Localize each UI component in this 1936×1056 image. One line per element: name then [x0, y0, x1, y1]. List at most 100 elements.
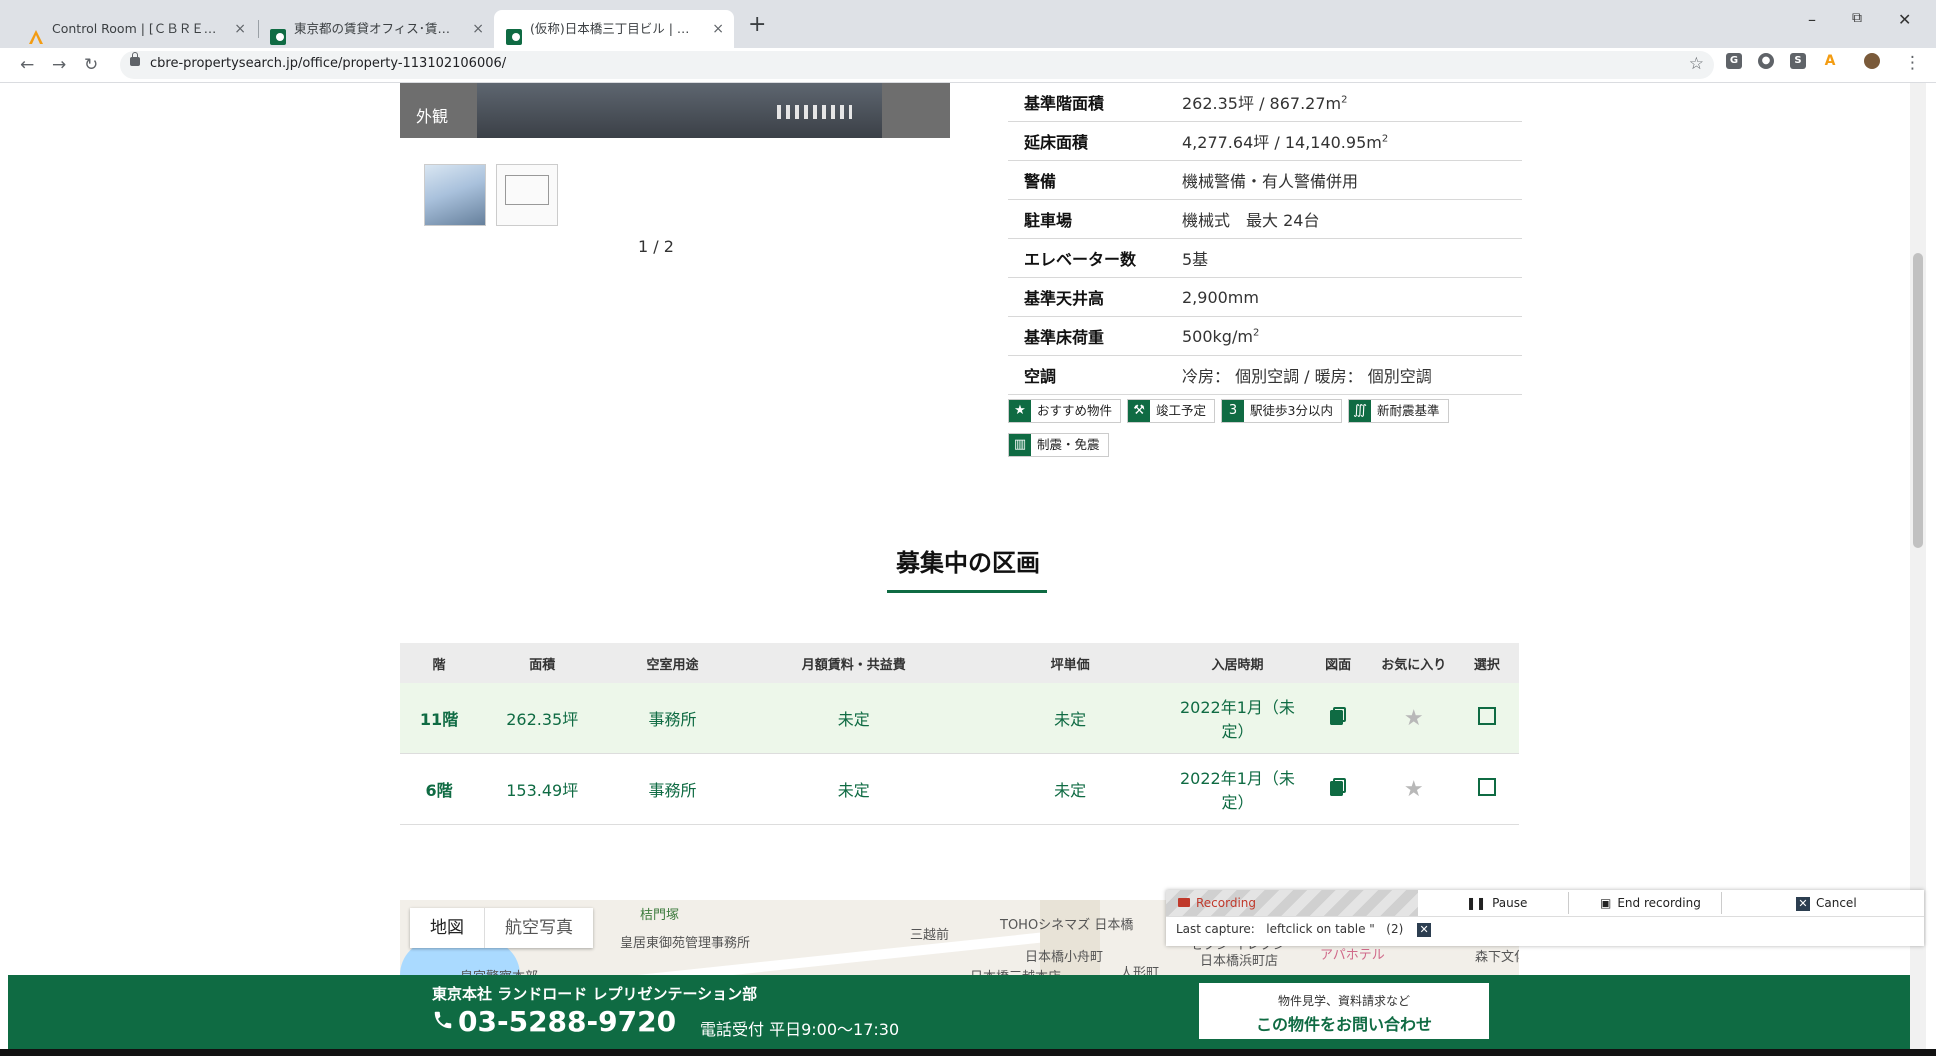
spec-value: 5基 [1182, 250, 1209, 269]
new-tab-button[interactable]: + [748, 12, 766, 37]
reload-button[interactable]: ↻ [84, 55, 98, 75]
scrollbar-thumb[interactable] [1913, 253, 1923, 548]
extension-s-icon[interactable]: S [1790, 53, 1806, 69]
drawing-cell[interactable] [1303, 683, 1373, 754]
floorplan-doc-icon[interactable] [1330, 778, 1347, 796]
browser-tab[interactable]: Control Room | [ＣＢＲＥ_明細同 × [16, 10, 256, 48]
col-move-in: 入居時期 [1171, 643, 1304, 683]
spec-value-cell: 機械式 最大 24台 [1182, 199, 1522, 239]
pause-button[interactable]: ❚❚ Pause [1466, 890, 1527, 916]
spec-value-cell: 5基 [1182, 238, 1522, 278]
spec-row: 基準階面積 262.35坪 / 867.27m2 [1008, 83, 1522, 122]
bookmark-star-icon[interactable]: ☆ [1689, 54, 1704, 74]
table-row[interactable]: 11階 262.35坪 事務所 未定 未定 2022年1月（未定） ★ [400, 683, 1519, 754]
save-icon: ▣ [1600, 896, 1612, 910]
phone-line[interactable]: 03-5288-9720 [432, 1005, 676, 1038]
floor-cell[interactable]: 11階 [400, 683, 479, 754]
col-floor: 階 [400, 643, 479, 683]
spec-label: 基準階面積 [1008, 83, 1182, 122]
move-in-cell: 2022年1月（未定） [1171, 683, 1304, 754]
browser-tab[interactable]: 東京都の賃貸オフィス･賃貸事務所 × [258, 10, 494, 48]
map-label: 皇居東御苑管理事務所 [620, 936, 751, 951]
recorder-controls: Recording ❚❚ Pause ▣ End recording ✕ Cancel [1166, 890, 1924, 917]
exterior-photo[interactable]: 外観 [400, 83, 950, 138]
spec-unit-superscript: 2 [1341, 94, 1348, 106]
office-name: 東京本社 ランドロード レプリゼンテーション部 [432, 985, 758, 1003]
profile-avatar[interactable] [1864, 53, 1880, 69]
feature-tag: ▥ 制震・免震 [1008, 433, 1109, 457]
feature-tag-icon: ▥ [1009, 434, 1031, 456]
photo-caption: 外観 [416, 107, 449, 126]
map-label: 三越前 [910, 928, 950, 943]
units-table[interactable]: 階 面積 空室用途 月額賃料・共益費 坪単価 入居時期 図面 お気に入り 選択 … [400, 643, 1519, 825]
col-select: 選択 [1454, 643, 1519, 683]
spec-label: 駐車場 [1008, 199, 1182, 239]
feature-tag-label: 駅徒歩3分以内 [1250, 403, 1333, 418]
close-tab-icon[interactable]: × [234, 10, 246, 48]
feature-tag-icon: ⚒ [1128, 400, 1151, 422]
favorite-cell[interactable]: ★ [1372, 683, 1455, 754]
browser-toolbar: ← → ↻ cbre-propertysearch.jp/office/prop… [0, 48, 1936, 83]
close-tab-icon[interactable]: × [472, 10, 484, 48]
spec-label: 基準天井高 [1008, 277, 1182, 317]
use-cell: 事務所 [606, 683, 739, 754]
address-bar[interactable]: cbre-propertysearch.jp/office/property-1… [120, 51, 1714, 79]
select-cell[interactable] [1454, 753, 1519, 825]
spec-unit-superscript: 2 [1381, 133, 1389, 145]
thumbnail-floorplan[interactable] [496, 164, 558, 226]
url-text[interactable]: cbre-propertysearch.jp/office/property-1… [150, 56, 506, 71]
minimize-button[interactable]: – [1808, 10, 1816, 29]
pause-icon: ❚❚ [1466, 896, 1487, 910]
col-rent: 月額賃料・共益費 [738, 643, 969, 683]
drawing-cell[interactable] [1303, 753, 1373, 825]
last-capture: Last capture: leftclick on table " (2) ✕ [1176, 922, 1432, 937]
gallery-pager: 1 / 2 [638, 237, 674, 256]
favorite-star-icon[interactable]: ★ [1404, 777, 1424, 802]
feature-tag-icon: 3 [1222, 400, 1245, 422]
floorplan-drawing [505, 175, 549, 205]
tab-strip: Control Room | [ＣＢＲＥ_明細同 × 東京都の賃貸オフィス･賃貸… [0, 0, 1936, 48]
tab-title: (仮称)日本橋三丁目ビル | 賃貸オフ [530, 21, 698, 36]
inquiry-button[interactable]: 物件見学、資料請求など この物件をお問い合わせ [1199, 983, 1489, 1039]
extension-circle-icon[interactable]: ● [1758, 53, 1774, 69]
forward-button[interactable]: → [52, 55, 66, 75]
close-tab-icon[interactable]: × [712, 10, 724, 48]
select-cell[interactable] [1454, 683, 1519, 754]
spec-value: 冷房： 個別空調 / 暖房： 個別空調 [1182, 367, 1432, 386]
cancel-button[interactable]: ✕ Cancel [1796, 890, 1857, 916]
floorplan-doc-icon[interactable] [1330, 707, 1347, 725]
dismiss-capture-icon[interactable]: ✕ [1417, 922, 1432, 937]
floor-cell[interactable]: 6階 [400, 753, 479, 825]
phone-number[interactable]: 03-5288-9720 [458, 1005, 676, 1038]
map-tab-map[interactable]: 地図 [410, 908, 484, 948]
extension-a-icon[interactable]: A [1822, 53, 1838, 69]
use-cell: 事務所 [606, 753, 739, 825]
phone-hours: 電話受付 平日9:00～17:30 [700, 1020, 900, 1039]
col-unit-price: 坪単価 [968, 643, 1172, 683]
feature-tag: ⚒ 竣工予定 [1127, 399, 1216, 423]
restore-button[interactable]: ⧉ [1852, 10, 1862, 26]
table-row[interactable]: 6階 153.49坪 事務所 未定 未定 2022年1月（未定） ★ [400, 753, 1519, 825]
col-area: 面積 [478, 643, 607, 683]
end-recording-button[interactable]: ▣ End recording [1600, 890, 1701, 916]
inquiry-label: この物件をお問い合わせ [1255, 1015, 1432, 1034]
browser-tab-active[interactable]: (仮称)日本橋三丁目ビル | 賃貸オフ × [494, 10, 734, 48]
spec-value-cell: 500kg/m2 [1182, 316, 1522, 356]
favorite-cell[interactable]: ★ [1372, 753, 1455, 825]
feature-tag-label: 制震・免震 [1037, 437, 1100, 452]
thumbnail-exterior[interactable] [424, 164, 486, 226]
phone-icon [432, 1005, 454, 1038]
select-checkbox[interactable] [1477, 707, 1496, 725]
select-checkbox[interactable] [1477, 778, 1496, 796]
map-label: 日本橋小舟町 [1025, 950, 1104, 965]
map-tab-satellite[interactable]: 航空写真 [484, 908, 593, 948]
back-button[interactable]: ← [20, 55, 34, 75]
rent-cell: 未定 [738, 683, 969, 754]
a-logo-icon [28, 22, 44, 44]
spec-value-cell: 冷房： 個別空調 / 暖房： 個別空調 [1182, 355, 1522, 395]
menu-icon[interactable]: ⋮ [1904, 53, 1921, 73]
feature-tag-label: おすすめ物件 [1037, 403, 1113, 418]
favorite-star-icon[interactable]: ★ [1404, 706, 1424, 731]
close-window-button[interactable]: ✕ [1898, 10, 1911, 29]
extension-g-icon[interactable]: G [1726, 53, 1742, 69]
